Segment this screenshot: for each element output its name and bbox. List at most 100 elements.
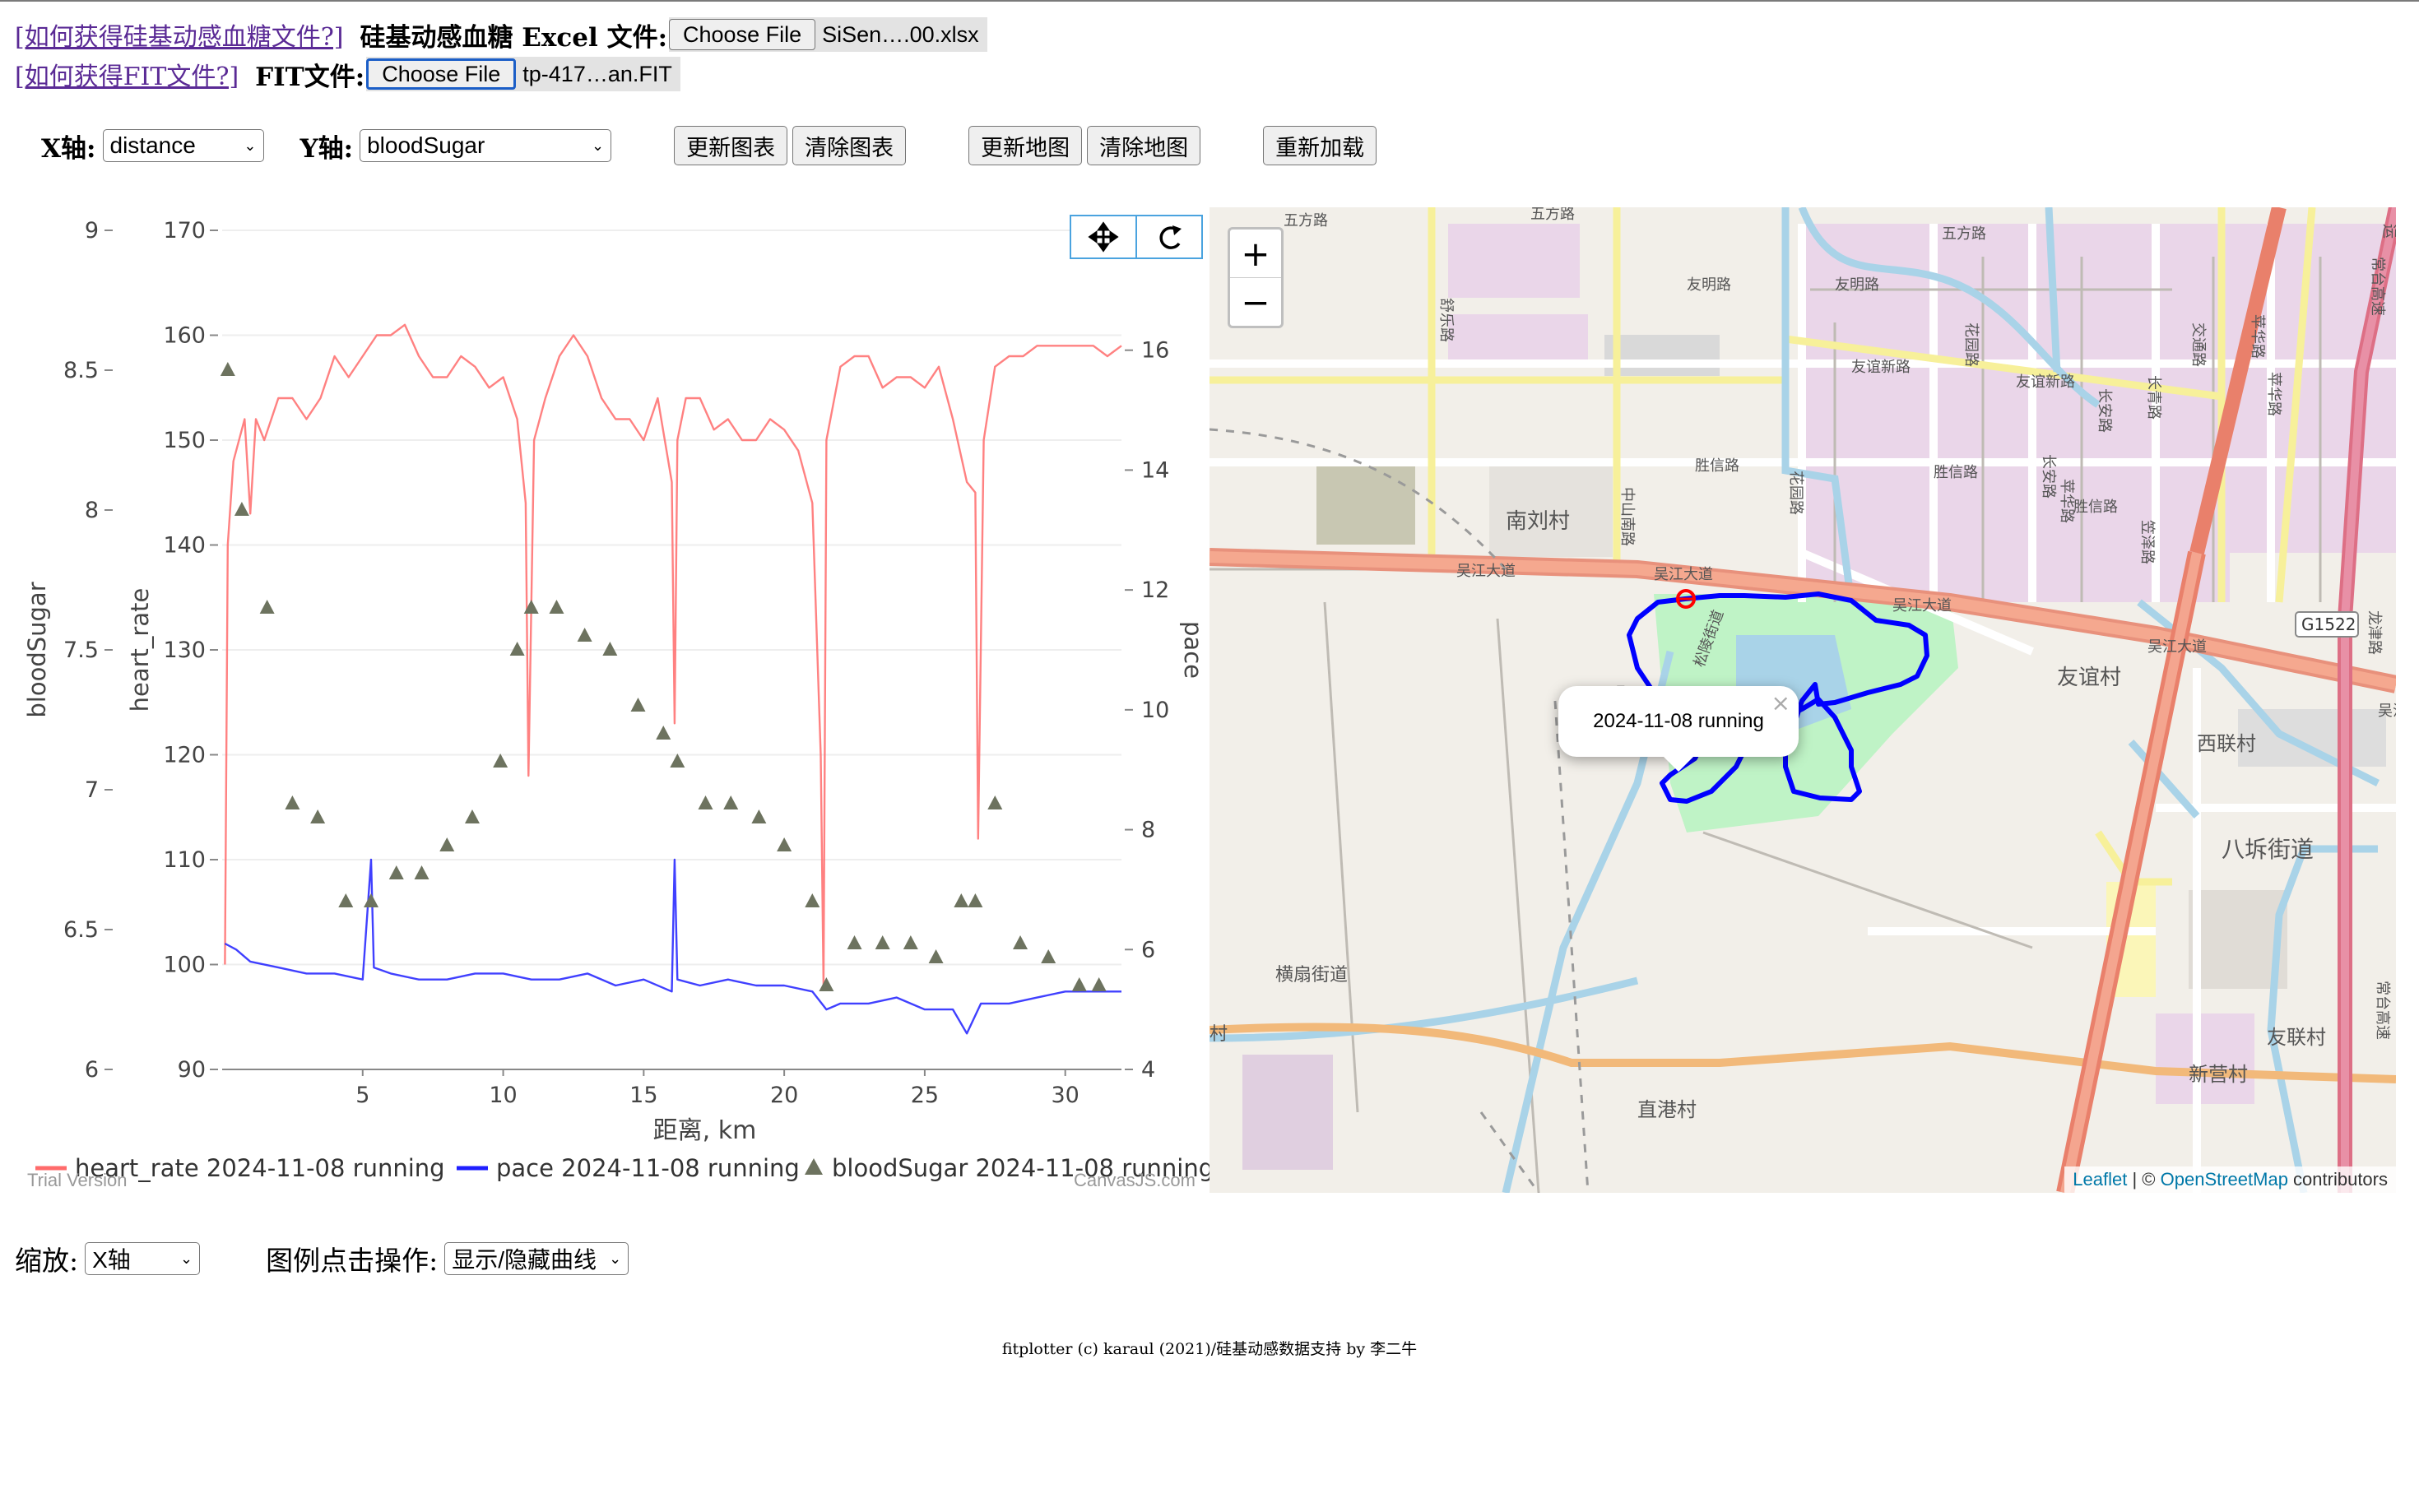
map-panel[interactable]: 五方路 五方路 五方路 友明路 友明路 友谊新路 友谊新路 胜信路 胜信路 胜信路 南刘村 吴江大道吴…: [1210, 207, 2396, 1193]
map-label-wujiang-4: 吴江大道: [2147, 638, 2207, 656]
blood-sugar-point: [670, 754, 685, 768]
glucose-help-link[interactable]: [如何获得硅基动感血糖文件?]: [15, 16, 344, 53]
attribution-separator: | ©: [2127, 1169, 2161, 1190]
legend-item-heart-rate[interactable]: heart_rate 2024-11-08 running: [75, 1154, 445, 1182]
fit-file-label: FIT文件:: [255, 62, 365, 92]
map-label-shengxin-2: 胜信路: [1934, 464, 1978, 481]
blood-sugar-point: [819, 977, 834, 991]
chart-watermark-right: CanvasJS.com: [1074, 1170, 1196, 1190]
blood-sugar-series: [220, 362, 1107, 991]
map-label-pinghua-3: 苹华路: [2249, 314, 2266, 359]
heart-rate-tick-label: 160: [163, 323, 206, 349]
heart-rate-tick-label: 150: [163, 428, 206, 453]
map-label-youming-2: 友明路: [1835, 276, 1879, 294]
pace-tick-label: 10: [1141, 698, 1169, 723]
map-label-youyixin-1: 友谊新路: [1851, 359, 1911, 376]
osm-link[interactable]: OpenStreetMap: [2161, 1169, 2288, 1190]
fit-file-row: [如何获得FIT文件?] FIT文件: Choose File tp-417…a…: [15, 56, 680, 92]
leaflet-link[interactable]: Leaflet: [2073, 1169, 2127, 1190]
y-axis-select[interactable]: bloodSugar ⌄: [360, 129, 612, 162]
update-map-button[interactable]: 更新地图: [968, 126, 1083, 165]
heart-rate-tick-label: 120: [163, 743, 206, 768]
glucose-file-label: 硅基动感血糖 Excel 文件:: [360, 22, 668, 53]
blood-sugar-point: [364, 893, 379, 907]
chevron-down-icon: ⌄: [591, 137, 605, 154]
blood-sugar-point: [414, 865, 429, 879]
popup-close-icon[interactable]: ×: [1771, 689, 1790, 717]
blood-sugar-point: [310, 809, 326, 823]
fit-file-input[interactable]: Choose File tp-417…an.FIT: [366, 57, 680, 91]
blood-sugar-point: [220, 362, 235, 376]
blood-sugar-point: [493, 754, 508, 768]
blood-sugar-point: [875, 935, 890, 949]
fit-help-link[interactable]: [如何获得FIT文件?]: [15, 56, 239, 92]
reload-button[interactable]: 重新加载: [1263, 126, 1377, 165]
map-label-g1522: G1522: [2301, 615, 2356, 634]
map-label-pinghua-2: 苹华路: [2265, 372, 2282, 416]
x-axis-select-value: distance: [109, 132, 196, 158]
blood-sugar-point: [987, 795, 1003, 809]
chevron-down-icon: ⌄: [609, 1250, 622, 1267]
map-label-jiaotong: 交通路: [2189, 322, 2207, 367]
chart-panel[interactable]: 5 10 15 20 25 30 距离, km 6 6.5 7 7.5 8 8.5 9 bloodSugar…: [12, 206, 1214, 1197]
blood-sugar-point: [1071, 977, 1087, 991]
fit-choose-file-button[interactable]: Choose File: [366, 58, 517, 90]
zoom-in-button[interactable]: +: [1230, 230, 1281, 277]
map-label-youyicun: 友谊村: [2057, 666, 2121, 690]
map-label-changqing: 长青路: [2145, 375, 2162, 420]
map-attribution: Leaflet | © OpenStreetMap contributors: [2064, 1166, 2396, 1193]
map-zoom-control: + −: [1228, 227, 1284, 328]
blood-sugar-point: [602, 642, 618, 656]
pace-axis-title: pace: [1179, 621, 1207, 679]
bloodsugar-axis-title: bloodSugar: [23, 582, 51, 717]
chart-svg[interactable]: 5 10 15 20 25 30 距离, km 6 6.5 7 7.5 8 8.5 9 bloodSugar…: [12, 206, 1214, 1197]
blood-sugar-point: [968, 893, 983, 907]
glucose-file-input[interactable]: Choose File SiSen….00.xlsx: [669, 17, 987, 52]
chart-toolbar[interactable]: [1070, 215, 1203, 259]
heart-rate-tick-label: 90: [178, 1057, 206, 1083]
update-chart-button[interactable]: 更新图表: [674, 126, 788, 165]
popup-text: 2024-11-08 running: [1593, 710, 1764, 732]
bloodsugar-tick-label: 6.5: [63, 917, 99, 943]
footer: fitplotter (c) karaul (2021)/硅基动感数据支持 by…: [1001, 1340, 1418, 1358]
clear-chart-button[interactable]: 清除图表: [792, 126, 907, 165]
chart-legend[interactable]: heart_rate 2024-11-08 running pace 2024-1…: [35, 1154, 1214, 1182]
x-axis-select[interactable]: distance ⌄: [102, 129, 264, 162]
clear-map-button[interactable]: 清除地图: [1087, 126, 1201, 165]
zoom-select[interactable]: X轴 ⌄: [85, 1242, 201, 1275]
map-label-changtai-1: 常台高速: [2369, 257, 2386, 316]
blood-sugar-point: [439, 837, 455, 851]
chart-grid: [222, 230, 1121, 1070]
legend-action-select[interactable]: 显示/隐藏曲线 ⌄: [444, 1242, 629, 1275]
blood-sugar-point: [338, 893, 354, 907]
map-label-xinying: 新营村: [2189, 1063, 2248, 1086]
bottom-controls: 缩放: X轴 ⌄ 图例点击操作: 显示/隐藏曲线 ⌄: [15, 1238, 629, 1279]
blood-sugar-point: [388, 865, 404, 879]
blood-sugar-point: [1041, 949, 1056, 963]
map-tiles[interactable]: 五方路 五方路五方路友明路 友明路友谊新路友谊新路胜信路 胜信路胜信路南刘村吴江大道吴…: [1210, 207, 2396, 1193]
chevron-down-icon: ⌄: [244, 137, 257, 154]
chart-watermark-left: Trial Version: [27, 1170, 127, 1190]
map-label-lize: 笠泽路: [2138, 520, 2156, 564]
map-label-shengxin-3: 胜信路: [2073, 499, 2118, 516]
map-label-zhigang: 直港村: [1637, 1098, 1697, 1121]
heart-rate-tick-label: 140: [163, 533, 206, 559]
map-label-longjin: 龙津路: [2366, 610, 2383, 655]
map-label-yun: 运: [2380, 224, 2396, 239]
bloodsugar-tick-label: 8.5: [63, 358, 99, 383]
reset-button[interactable]: [1135, 215, 1203, 259]
legend-marker-bloodsugar[interactable]: [805, 1158, 823, 1175]
pace-tick-label: 4: [1141, 1057, 1155, 1083]
legend-item-pace[interactable]: pace 2024-11-08 running: [496, 1154, 800, 1182]
map-label-zhongshan-1: 中山南路: [1618, 487, 1636, 546]
x-tick-label: 20: [770, 1083, 798, 1108]
bloodsugar-tick-label: 9: [85, 218, 99, 243]
blood-sugar-point: [954, 893, 969, 907]
blood-sugar-point: [1091, 977, 1107, 991]
blood-sugar-point: [577, 628, 592, 642]
map-label-shengxin-1: 胜信路: [1695, 457, 1739, 475]
heart-rate-tick-label: 130: [163, 638, 206, 663]
y-axis-select-value: bloodSugar: [367, 132, 485, 158]
glucose-choose-file-button[interactable]: Choose File: [669, 19, 816, 50]
zoom-out-button[interactable]: −: [1230, 277, 1281, 326]
